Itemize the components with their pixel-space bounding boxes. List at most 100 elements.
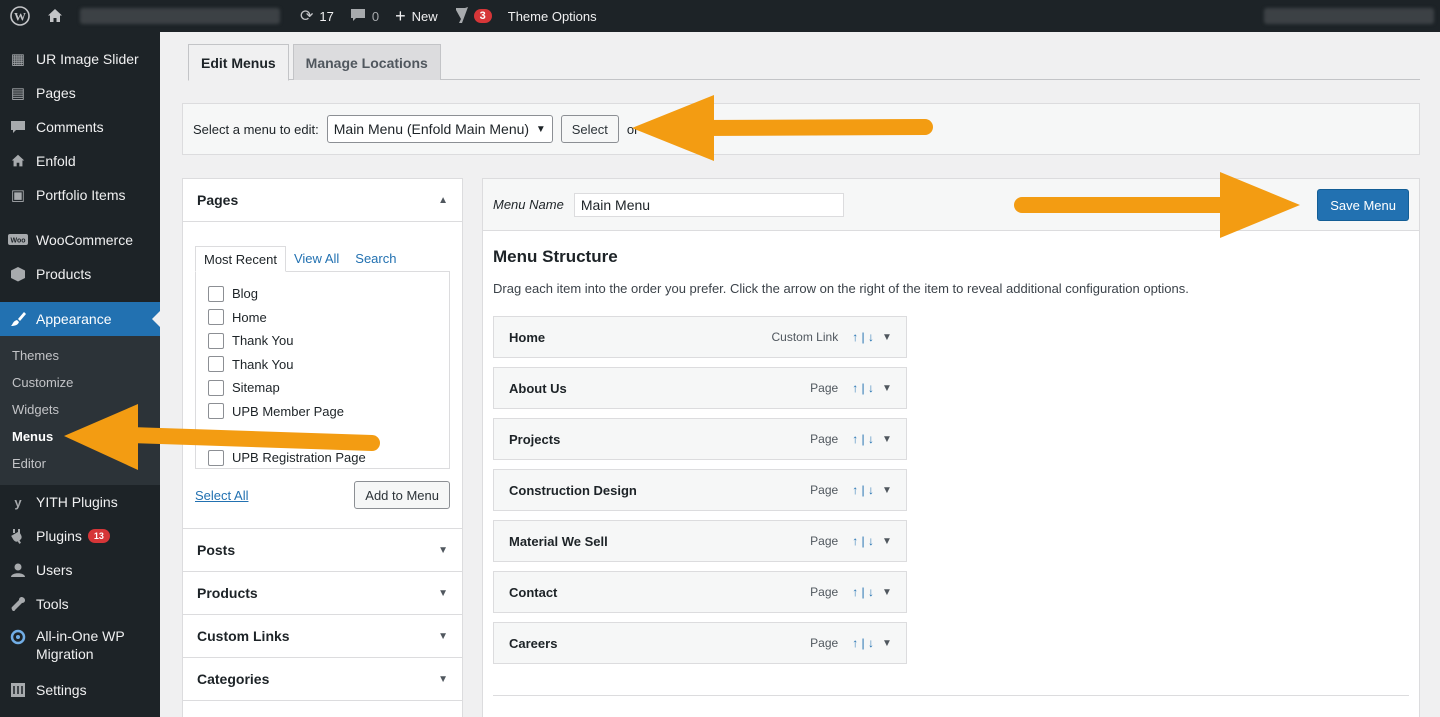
menu-item[interactable]: Careers Page ↑ | ↓ ▼ — [493, 622, 907, 664]
submenu-widgets[interactable]: Widgets — [0, 396, 160, 423]
list-item[interactable]: Blog — [208, 282, 437, 306]
tab-view-all[interactable]: View All — [286, 246, 347, 272]
checkbox[interactable] — [208, 379, 224, 396]
tab-edit-menus[interactable]: Edit Menus — [188, 44, 289, 81]
list-item[interactable]: Thank You — [208, 329, 437, 353]
checkbox[interactable] — [208, 403, 224, 420]
expand-toggle-icon[interactable]: ▼ — [882, 485, 898, 496]
move-arrows-icon[interactable]: ↑ | ↓ — [852, 381, 874, 395]
menu-item-title: Home — [509, 329, 546, 345]
move-arrows-icon[interactable]: ↑ | ↓ — [852, 534, 874, 548]
comments-item[interactable]: 0 — [342, 0, 387, 32]
checkbox[interactable] — [208, 309, 224, 326]
sidebar-item-label: Products — [36, 266, 92, 282]
expand-toggle-icon[interactable]: ▼ — [882, 434, 898, 445]
select-button[interactable]: Select — [560, 115, 619, 143]
user-account-blurred[interactable] — [1256, 0, 1440, 32]
accordion-custom-links-header[interactable]: Custom Links ▼ — [183, 615, 462, 658]
sidebar-item-settings[interactable]: Settings — [0, 673, 160, 707]
menu-item[interactable]: Home Custom Link ↑ | ↓ ▼ — [493, 316, 907, 358]
manage-menus-bar: Select a menu to edit: Main Menu (Enfold… — [182, 103, 1420, 155]
list-item[interactable]: Sitemap — [208, 376, 437, 400]
tab-most-recent[interactable]: Most Recent — [195, 246, 286, 272]
chevron-up-icon[interactable]: ▲ — [438, 195, 448, 206]
sidebar-item-portfolio[interactable]: ▣ Portfolio Items — [0, 178, 160, 212]
sidebar-item-label: Enfold — [36, 153, 76, 169]
move-arrows-icon[interactable]: ↑ | ↓ — [852, 585, 874, 599]
list-item[interactable]: UPB Member Page — [208, 400, 437, 424]
sidebar-item-plugins[interactable]: Plugins 13 — [0, 519, 160, 553]
menu-item[interactable]: Projects Page ↑ | ↓ ▼ — [493, 418, 907, 460]
wordpress-logo-icon[interactable]: W — [0, 0, 38, 32]
expand-toggle-icon[interactable]: ▼ — [882, 383, 898, 394]
updates-item[interactable]: ⟳ 17 — [292, 0, 342, 32]
expand-toggle-icon[interactable]: ▼ — [882, 536, 898, 547]
save-menu-button[interactable]: Save Menu — [1317, 189, 1409, 221]
new-content-item[interactable]: + New — [387, 0, 446, 32]
sidebar-item-label: Users — [36, 562, 73, 578]
page-label: Blog — [232, 286, 259, 302]
sidebar-item-migration[interactable]: All-in-One WP Migration — [0, 621, 160, 673]
chevron-down-icon[interactable]: ▼ — [438, 631, 448, 642]
move-arrows-icon[interactable]: ↑ | ↓ — [852, 483, 874, 497]
sidebar-item-ur-image-slider[interactable]: ▦ UR Image Slider — [0, 42, 160, 76]
select-all-link[interactable]: Select All — [195, 488, 248, 503]
list-item[interactable]: UPB Registration Page — [208, 446, 437, 468]
move-arrows-icon[interactable]: ↑ | ↓ — [852, 432, 874, 446]
checkbox[interactable] — [208, 449, 224, 466]
submenu-customize[interactable]: Customize — [0, 369, 160, 396]
sidebar-item-products[interactable]: Products — [0, 257, 160, 291]
accordion-categories-header[interactable]: Categories ▼ — [183, 658, 462, 701]
submenu-themes[interactable]: Themes — [0, 342, 160, 369]
sidebar-item-yith-plugins[interactable]: y YITH Plugins — [0, 485, 160, 519]
submenu-editor[interactable]: Editor — [0, 450, 160, 477]
accordion-posts-header[interactable]: Posts ▼ — [183, 529, 462, 572]
site-name-blurred[interactable] — [72, 0, 288, 32]
checkbox[interactable] — [208, 332, 224, 349]
wrench-icon — [8, 594, 28, 614]
sidebar-item-comments[interactable]: Comments — [0, 110, 160, 144]
sidebar-item-users[interactable]: Users — [0, 553, 160, 587]
chevron-down-icon[interactable]: ▼ — [438, 674, 448, 685]
sidebar-item-pages[interactable]: ▤ Pages — [0, 76, 160, 110]
move-arrows-icon[interactable]: ↑ | ↓ — [852, 636, 874, 650]
menu-item[interactable]: Contact Page ↑ | ↓ ▼ — [493, 571, 907, 613]
submenu-menus[interactable]: Menus — [0, 423, 160, 450]
list-item[interactable]: Thank You — [208, 353, 437, 377]
sidebar-item-woocommerce[interactable]: Woo WooCommerce — [0, 223, 160, 257]
menu-item-title: Projects — [509, 431, 561, 447]
expand-toggle-icon[interactable]: ▼ — [882, 332, 898, 343]
yoast-icon — [454, 6, 470, 27]
svg-text:Woo: Woo — [10, 238, 25, 245]
chevron-down-icon[interactable]: ▼ — [438, 588, 448, 599]
sidebar-item-appearance[interactable]: Appearance — [0, 302, 160, 336]
theme-options-link[interactable]: Theme Options — [500, 0, 605, 32]
admin-sidebar: ▦ UR Image Slider ▤ Pages Comments Enfol… — [0, 32, 160, 717]
tab-search[interactable]: Search — [347, 246, 404, 272]
accordion-products-header[interactable]: Products ▼ — [183, 572, 462, 615]
site-home-icon[interactable] — [38, 0, 72, 32]
menu-name-input[interactable]: Main Menu — [573, 192, 844, 217]
menu-item[interactable]: About Us Page ↑ | ↓ ▼ — [493, 367, 907, 409]
menu-item[interactable]: Construction Design Page ↑ | ↓ ▼ — [493, 469, 907, 511]
accordion-pages-header[interactable]: Pages ▲ — [183, 179, 462, 222]
menu-select-dropdown[interactable]: Main Menu (Enfold Main Menu) ▼ — [326, 115, 553, 143]
move-arrows-icon[interactable]: ↑ | ↓ — [852, 330, 874, 344]
menu-item[interactable]: Material We Sell Page ↑ | ↓ ▼ — [493, 520, 907, 562]
sidebar-item-enfold[interactable]: Enfold — [0, 144, 160, 178]
page-label: Thank You — [232, 333, 294, 349]
checkbox[interactable] — [208, 285, 224, 302]
tab-manage-locations[interactable]: Manage Locations — [292, 44, 441, 80]
sidebar-item-label: All-in-One WP Migration — [36, 628, 125, 662]
list-item[interactable]: Home — [208, 306, 437, 330]
expand-toggle-icon[interactable]: ▼ — [882, 638, 898, 649]
checkbox[interactable] — [208, 356, 224, 373]
chevron-down-icon[interactable]: ▼ — [438, 545, 448, 556]
accordion-title: Posts — [197, 542, 236, 558]
expand-toggle-icon[interactable]: ▼ — [882, 587, 898, 598]
yoast-item[interactable]: 3 — [446, 0, 500, 32]
sidebar-item-tools[interactable]: Tools — [0, 587, 160, 621]
add-to-menu-button[interactable]: Add to Menu — [354, 481, 450, 509]
comments-icon — [8, 117, 28, 137]
plugins-count-badge: 13 — [87, 529, 110, 543]
